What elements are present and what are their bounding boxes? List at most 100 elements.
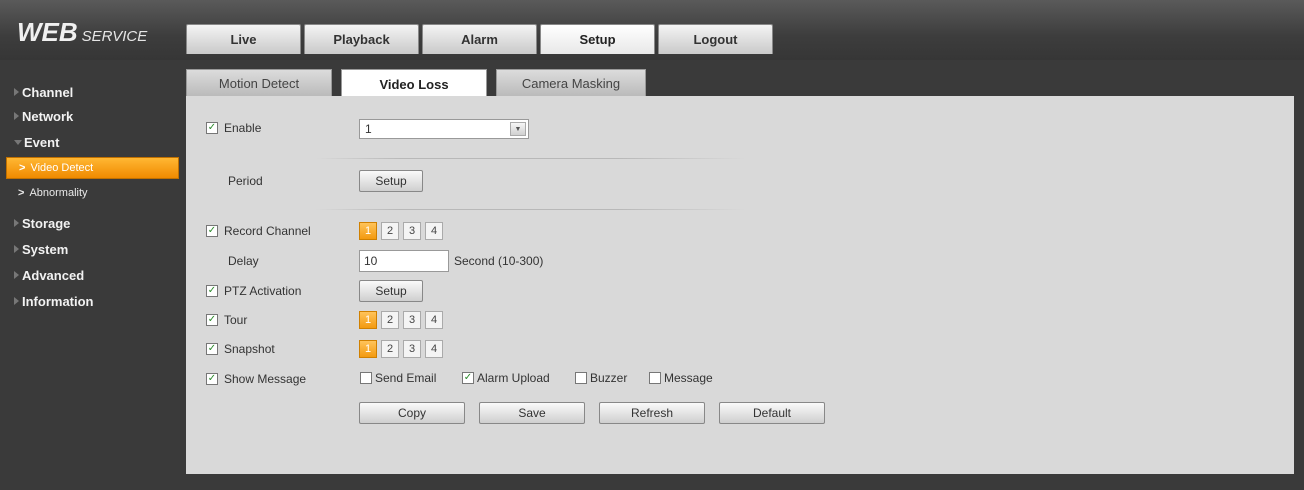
save-button[interactable]: Save — [479, 402, 585, 424]
sidebar-item-label: Storage — [22, 215, 71, 231]
divider — [316, 158, 746, 159]
sidebar-subitem-video-detect[interactable]: > Video Detect — [6, 157, 179, 179]
logo-sub: SERVICE — [81, 28, 148, 45]
enable-checkbox[interactable]: ✓ — [206, 122, 218, 134]
settings-panel: ✓ Enable 1 ▼ Period Setup ✓ Record Channel… — [186, 96, 1294, 474]
delay-input[interactable]: 10 — [359, 250, 449, 272]
snapshot-label: Snapshot — [224, 342, 275, 356]
sidebar-item-label: Advanced — [22, 267, 85, 283]
tab-video-loss[interactable]: Video Loss — [341, 69, 487, 98]
sidebar-item-channel[interactable]: Channel — [14, 82, 73, 102]
sidebar-item-advanced[interactable]: Advanced — [14, 265, 84, 285]
snapshot-toggle-3[interactable]: 3 — [403, 340, 421, 358]
sidebar-item-label: Information — [22, 293, 94, 309]
delay-value: 10 — [364, 254, 378, 268]
sidebar-item-label: System — [22, 241, 69, 257]
sidebar-item-system[interactable]: System — [14, 239, 68, 259]
record-channel-row: ✓ Record Channel — [206, 224, 311, 238]
tour-row: ✓ Tour — [206, 313, 247, 327]
collapsed-arrow-icon — [14, 271, 19, 279]
header-bar: WEB SERVICE Live Playback Alarm Setup Log… — [0, 0, 1304, 60]
default-button[interactable]: Default — [719, 402, 825, 424]
ptz-setup-button[interactable]: Setup — [359, 280, 423, 302]
tour-checkbox[interactable]: ✓ — [206, 314, 218, 326]
tab-motion-detect[interactable]: Motion Detect — [186, 69, 332, 97]
tour-selector: 1 2 3 4 — [359, 311, 447, 329]
alarm-upload-label: Alarm Upload — [477, 371, 550, 385]
record-channel-checkbox[interactable]: ✓ — [206, 225, 218, 237]
sidebar-item-label: Channel — [22, 84, 74, 100]
channel-toggle-1[interactable]: 1 — [359, 222, 377, 240]
send-email-checkbox[interactable] — [360, 372, 372, 384]
snapshot-checkbox[interactable]: ✓ — [206, 343, 218, 355]
record-channel-selector: 1 2 3 4 — [359, 222, 447, 240]
show-message-row: ✓ Show Message — [206, 372, 306, 386]
message-label: Message — [664, 371, 713, 385]
nav-tab-logout[interactable]: Logout — [658, 24, 773, 54]
tour-label: Tour — [224, 313, 248, 327]
show-message-checkbox[interactable]: ✓ — [206, 373, 218, 385]
tab-camera-masking[interactable]: Camera Masking — [496, 69, 646, 97]
tour-toggle-2[interactable]: 2 — [381, 311, 399, 329]
sidebar-item-storage[interactable]: Storage — [14, 213, 70, 233]
enable-label: Enable — [224, 121, 262, 135]
sidebar-subitem-label: Abnormality — [29, 187, 88, 199]
snapshot-toggle-4[interactable]: 4 — [425, 340, 443, 358]
chevron-down-icon[interactable]: ▼ — [510, 122, 526, 136]
tour-toggle-1[interactable]: 1 — [359, 311, 377, 329]
snapshot-toggle-1[interactable]: 1 — [359, 340, 377, 358]
tour-toggle-3[interactable]: 3 — [403, 311, 421, 329]
collapsed-arrow-icon — [14, 112, 19, 120]
expanded-arrow-icon — [14, 139, 22, 145]
sidebar-item-network[interactable]: Network — [14, 106, 73, 126]
period-label: Period — [228, 174, 263, 188]
nav-tab-setup[interactable]: Setup — [540, 24, 655, 54]
channel-toggle-2[interactable]: 2 — [381, 222, 399, 240]
logo: WEB SERVICE — [17, 17, 147, 48]
alarm-upload-option[interactable]: ✓ Alarm Upload — [462, 371, 550, 385]
sidebar-item-label: Network — [22, 108, 74, 124]
send-email-option[interactable]: Send Email — [360, 371, 436, 385]
period-setup-button[interactable]: Setup — [359, 170, 423, 192]
tour-toggle-4[interactable]: 4 — [425, 311, 443, 329]
buzzer-option[interactable]: Buzzer — [575, 371, 627, 385]
divider — [316, 209, 746, 210]
sidebar-item-information[interactable]: Information — [14, 291, 94, 311]
collapsed-arrow-icon — [14, 297, 19, 305]
channel-select[interactable]: 1 ▼ — [359, 119, 529, 139]
enable-row: ✓ Enable — [206, 121, 261, 135]
logo-main: WEB — [17, 17, 78, 47]
show-message-label: Show Message — [224, 372, 307, 386]
nav-tab-alarm[interactable]: Alarm — [422, 24, 537, 54]
snapshot-selector: 1 2 3 4 — [359, 340, 447, 358]
message-option[interactable]: Message — [649, 371, 713, 385]
channel-toggle-4[interactable]: 4 — [425, 222, 443, 240]
snapshot-row: ✓ Snapshot — [206, 342, 275, 356]
collapsed-arrow-icon — [14, 245, 19, 253]
snapshot-toggle-2[interactable]: 2 — [381, 340, 399, 358]
delay-label: Delay — [228, 254, 259, 268]
refresh-button[interactable]: Refresh — [599, 402, 705, 424]
buzzer-checkbox[interactable] — [575, 372, 587, 384]
ptz-activation-label: PTZ Activation — [224, 284, 302, 298]
copy-button[interactable]: Copy — [359, 402, 465, 424]
ptz-activation-row: ✓ PTZ Activation — [206, 284, 301, 298]
sidebar: Channel Network Event > Video Detect > Abn… — [0, 60, 182, 490]
send-email-label: Send Email — [375, 371, 437, 385]
sidebar-subitem-label: Video Detect — [30, 162, 94, 174]
alarm-upload-checkbox[interactable]: ✓ — [462, 372, 474, 384]
nav-tab-live[interactable]: Live — [186, 24, 301, 54]
message-checkbox[interactable] — [649, 372, 661, 384]
collapsed-arrow-icon — [14, 88, 19, 96]
record-channel-label: Record Channel — [224, 224, 311, 238]
chevron-right-icon: > — [19, 162, 26, 174]
nav-tab-playback[interactable]: Playback — [304, 24, 419, 54]
sidebar-item-label: Event — [24, 134, 60, 150]
chevron-right-icon: > — [18, 187, 25, 199]
ptz-activation-checkbox[interactable]: ✓ — [206, 285, 218, 297]
buzzer-label: Buzzer — [590, 371, 628, 385]
sidebar-subitem-abnormality[interactable]: > Abnormality — [6, 182, 179, 204]
collapsed-arrow-icon — [14, 219, 19, 227]
channel-toggle-3[interactable]: 3 — [403, 222, 421, 240]
sidebar-item-event[interactable]: Event — [14, 132, 59, 152]
